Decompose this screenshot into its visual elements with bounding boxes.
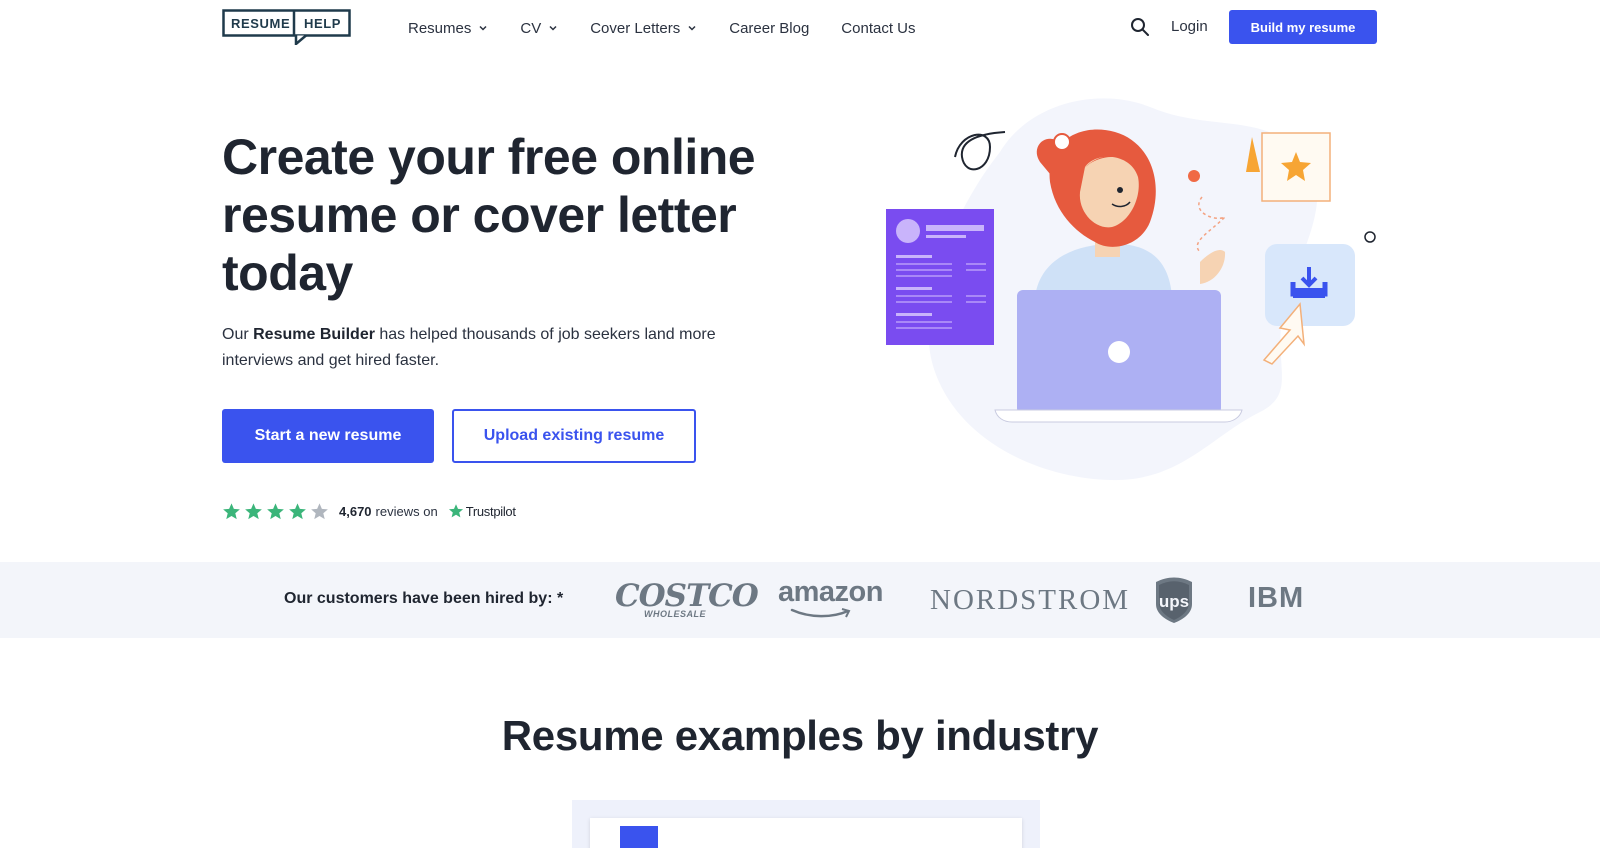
top-nav: RESUME HELP Resumes CV Cover Letters Car… [0, 0, 1600, 56]
review-count: 4,670 [339, 503, 372, 519]
nav-item-resumes[interactable]: Resumes [408, 20, 488, 37]
industry-example-card[interactable] [590, 818, 1022, 848]
nav-item-label: Cover Letters [590, 19, 681, 37]
nav-item-career-blog[interactable]: Career Blog [729, 20, 809, 37]
amazon-smile-icon [790, 608, 851, 618]
start-new-resume-button[interactable]: Start a new resume [222, 409, 434, 463]
reviews-on-text: reviews on [375, 503, 438, 519]
hero-subtitle: Our Resume Builder has helped thousands … [222, 322, 762, 374]
rating-stars [222, 502, 329, 521]
chevron-down-icon [549, 25, 557, 31]
nav-item-label: Resumes [408, 19, 472, 37]
hero-subtitle-bold: Resume Builder [253, 326, 375, 343]
nav-item-label: Career Blog [729, 19, 810, 37]
nav-item-contact-us[interactable]: Contact Us [841, 20, 915, 37]
nav-item-cover-letters[interactable]: Cover Letters [590, 20, 697, 37]
star-icon [267, 502, 284, 519]
search-icon[interactable] [1130, 17, 1150, 37]
decorative-dot [1188, 170, 1200, 182]
upload-existing-resume-button[interactable]: Upload existing resume [452, 409, 696, 463]
hero-illustration [886, 98, 1376, 481]
trustpilot-rating[interactable]: 4,670 reviews on Trustpilot [222, 500, 516, 522]
resume-examples-heading: Resume examples by industry [501, 712, 1099, 759]
svg-text:ups: ups [1159, 592, 1189, 611]
download-card-graphic [1265, 244, 1355, 326]
hired-by-label: Our customers have been hired by: * [284, 590, 564, 607]
star-icon [311, 502, 328, 519]
trustpilot-logo: Trustpilot [448, 503, 516, 519]
chevron-down-icon [688, 25, 696, 31]
ups-logo: ups [1154, 576, 1194, 629]
amazon-logo: amazon [778, 576, 883, 618]
hero-subtitle-pre: Our [222, 326, 254, 343]
svg-text:HELP: HELP [304, 16, 341, 31]
nav-item-label: CV [520, 19, 542, 37]
trustpilot-label: Trustpilot [465, 503, 516, 519]
decorative-ring [1364, 231, 1376, 243]
ups-shield-icon: ups [1156, 577, 1192, 623]
trustpilot-star-icon [448, 504, 463, 518]
amazon-logo-text: amazon [778, 576, 883, 608]
laptop-graphic [994, 290, 1243, 423]
costco-logo-sub: WHOLESALE [644, 609, 706, 619]
star-icon [289, 502, 306, 519]
hero-title: Create your free online resume or cover … [222, 129, 756, 301]
ibm-logo: IBM [1248, 582, 1305, 614]
card-accent [620, 826, 658, 848]
hired-by-banner: Our customers have been hired by: * COST… [0, 562, 1600, 638]
nordstrom-logo: NORDSTROM [930, 584, 1131, 616]
svg-text:RESUME: RESUME [231, 16, 290, 31]
nav-item-cv[interactable]: CV [520, 20, 558, 37]
industry-examples-panel [572, 800, 1040, 848]
star-icon [223, 502, 240, 519]
star-icon [245, 502, 262, 519]
nav-item-label: Contact Us [841, 19, 916, 37]
resume-document-graphic [886, 209, 994, 345]
logo-graphic: RESUME HELP [222, 9, 351, 47]
build-my-resume-button[interactable]: Build my resume [1229, 10, 1377, 44]
resume-help-logo[interactable]: RESUME HELP [222, 9, 351, 47]
chevron-down-icon [479, 25, 487, 31]
login-link[interactable]: Login [1171, 18, 1208, 35]
costco-logo: COSTCO [615, 578, 759, 614]
main-menu: Resumes CV Cover Letters Career Blog Con… [408, 0, 948, 56]
